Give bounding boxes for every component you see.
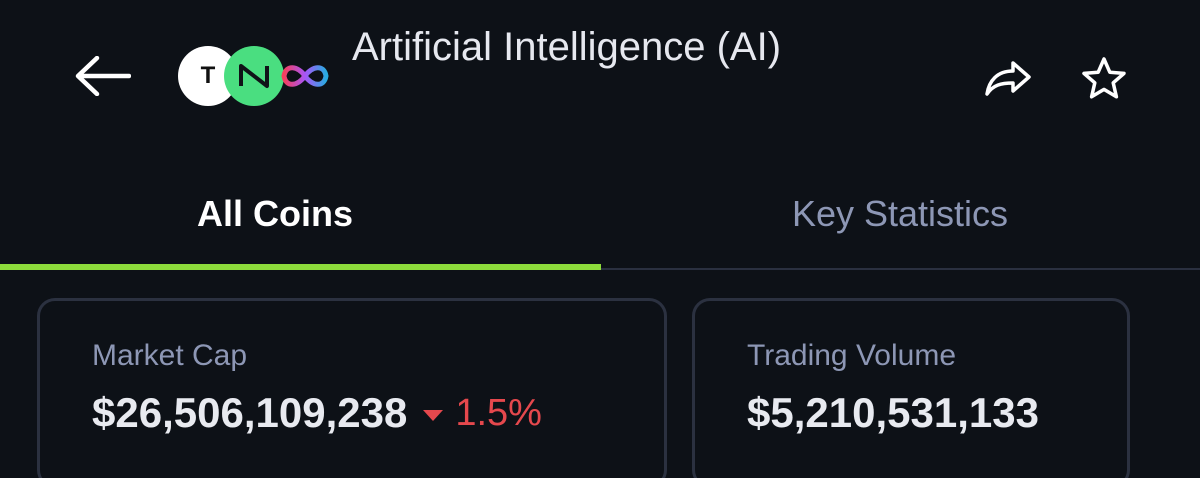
trading-volume-value: $5,210,531,133 bbox=[747, 389, 1039, 436]
tab-all-coins[interactable]: All Coins bbox=[0, 160, 600, 268]
market-cap-value: $26,506,109,238 bbox=[92, 389, 408, 436]
tab-key-statistics[interactable]: Key Statistics bbox=[600, 160, 1200, 268]
page-title: Artificial Intelligence (AI) bbox=[352, 25, 782, 69]
market-cap-row: $26,506,109,238 1.5% bbox=[92, 389, 542, 437]
trading-volume-card[interactable]: Trading Volume $5,210,531,133 bbox=[692, 298, 1130, 478]
header: T Artificial Intelligence (AI) bbox=[0, 0, 1200, 160]
infinity-logo bbox=[281, 65, 329, 87]
caret-down-icon bbox=[423, 409, 444, 421]
arrow-left-icon bbox=[75, 56, 131, 96]
star-icon bbox=[1082, 57, 1126, 99]
active-tab-indicator bbox=[0, 264, 601, 270]
favorite-button[interactable] bbox=[1074, 50, 1134, 106]
share-icon bbox=[985, 61, 1031, 96]
market-cap-change: 1.5% bbox=[423, 392, 542, 435]
market-cap-card[interactable]: Market Cap $26,506,109,238 1.5% bbox=[37, 298, 667, 478]
market-cap-change-value: 1.5% bbox=[455, 391, 542, 434]
back-button[interactable] bbox=[70, 50, 134, 102]
share-button[interactable] bbox=[978, 52, 1038, 104]
market-cap-label: Market Cap bbox=[92, 339, 248, 372]
trading-volume-label: Trading Volume bbox=[747, 339, 957, 372]
t-coin-letter: T bbox=[200, 62, 216, 89]
tab-bar: All Coins Key Statistics bbox=[0, 160, 1200, 270]
near-logo bbox=[224, 46, 284, 106]
category-logos: T bbox=[178, 46, 338, 106]
